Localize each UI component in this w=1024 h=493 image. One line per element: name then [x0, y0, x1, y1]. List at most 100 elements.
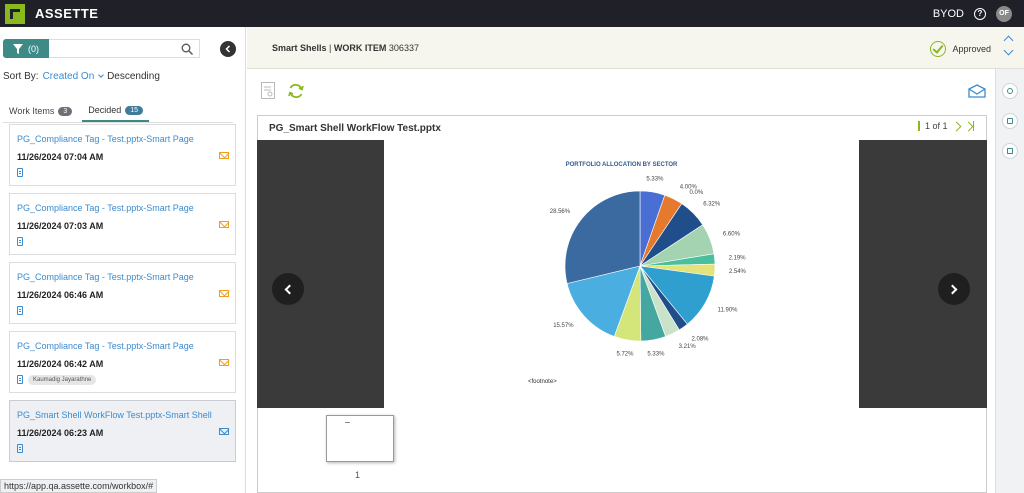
- search-icon[interactable]: [181, 43, 193, 55]
- pie-data-label: 6.32%: [703, 201, 721, 207]
- pie-data-label: 0.0%: [690, 190, 704, 196]
- document-icon[interactable]: [17, 375, 23, 384]
- document-icon[interactable]: [17, 237, 23, 246]
- document-icon[interactable]: [17, 444, 23, 453]
- pie-chart: 5.33%4.00%0.0%6.32%6.60%2.19%2.54%11.90%…: [550, 176, 747, 358]
- tab-work-items[interactable]: Work Items 3: [3, 103, 78, 122]
- work-item-title[interactable]: PG_Compliance Tag - Test.pptx-Smart Page: [17, 203, 194, 213]
- collapse-panel-button[interactable]: [220, 41, 236, 57]
- sort-label: Sort By:: [3, 71, 39, 82]
- work-item-card[interactable]: PG_Compliance Tag - Test.pptx-Smart Page…: [9, 124, 236, 186]
- document-preview-icon[interactable]: [261, 82, 275, 99]
- tab-decided[interactable]: Decided 15: [82, 103, 150, 122]
- search-input[interactable]: [49, 39, 200, 58]
- assette-logo-icon[interactable]: [5, 3, 25, 24]
- item-tabs: Work Items 3 Decided 15: [3, 103, 150, 122]
- tab-label: Decided: [88, 105, 122, 115]
- slide-thumbnail[interactable]: [326, 415, 394, 462]
- refresh-icon[interactable]: [287, 82, 305, 100]
- work-item-card[interactable]: PG_Compliance Tag - Test.pptx-Smart Page…: [9, 262, 236, 324]
- sort-order[interactable]: Descending: [107, 71, 160, 82]
- attachments-button[interactable]: [1002, 113, 1018, 129]
- work-item-title[interactable]: PG_Smart Shell WorkFlow Test.pptx-Smart …: [17, 410, 212, 420]
- work-item-card-selected[interactable]: PG_Smart Shell WorkFlow Test.pptx-Smart …: [9, 400, 236, 462]
- brand-name: ASSETTE: [35, 6, 99, 21]
- slide-page: PORTFOLIO ALLOCATION BY SECTOR 5.33% 4.00…: [384, 140, 859, 408]
- attachment-icon: [1007, 118, 1013, 124]
- tab-count-badge: 3: [58, 106, 73, 116]
- document-viewer-header: PG_Smart Shell WorkFlow Test.pptx 1 of 1: [257, 115, 987, 157]
- right-rail: [995, 69, 1024, 493]
- approval-status-label: Approved: [952, 44, 991, 54]
- pie-data-label: 2.54%: [729, 269, 747, 275]
- funnel-icon: [13, 43, 23, 54]
- next-slide-button[interactable]: [938, 273, 970, 305]
- document-icon[interactable]: [17, 168, 23, 177]
- chevron-left-icon: [225, 45, 231, 53]
- envelope-icon: [219, 152, 229, 159]
- comment-icon: [1007, 88, 1013, 94]
- sort-field-value: Created On: [42, 71, 95, 82]
- filter-count: (0): [28, 43, 39, 54]
- expand-button[interactable]: [1002, 143, 1018, 159]
- thumbnail-number: 1: [355, 470, 361, 480]
- tab-count-badge: 15: [125, 105, 144, 115]
- pie-data-label: 6.60%: [723, 232, 741, 238]
- pie-data-label: 5.33%: [647, 352, 665, 358]
- page-indicator: 1 of 1: [924, 121, 948, 131]
- page-navigator: 1 of 1: [917, 121, 974, 157]
- chevron-left-icon: [284, 284, 295, 294]
- next-page-icon[interactable]: [951, 121, 961, 131]
- work-item-title[interactable]: PG_Compliance Tag - Test.pptx-Smart Page: [17, 134, 194, 144]
- breadcrumb: Smart Shells | WORK ITEM 306337: [272, 43, 419, 53]
- chevron-right-icon: [947, 284, 958, 294]
- last-page-icon[interactable]: [963, 121, 974, 131]
- pie-data-label: 5.33%: [646, 176, 664, 182]
- slide-footnote: <footnote>: [528, 379, 557, 385]
- assignee-tag: Kaumadig Jayarathne: [28, 375, 97, 385]
- work-item-card[interactable]: PG_Compliance Tag - Test.pptx-Smart Page…: [9, 193, 236, 255]
- comments-button[interactable]: [1002, 83, 1018, 99]
- expand-icon: [1007, 148, 1013, 154]
- pie-data-label: 28.56%: [550, 209, 571, 215]
- envelope-icon: [219, 221, 229, 228]
- work-item-header: Smart Shells | WORK ITEM 306337 Approved: [247, 27, 1024, 69]
- help-icon[interactable]: ?: [974, 7, 986, 20]
- envelope-icon: [219, 428, 229, 435]
- product-name: Smart Shells: [272, 43, 327, 53]
- pie-data-label: 3.21%: [679, 344, 697, 350]
- work-item-title[interactable]: PG_Compliance Tag - Test.pptx-Smart Page: [17, 341, 194, 351]
- sort-controls: Sort By: Created On Descending: [3, 71, 160, 82]
- file-name: PG_Smart Shell WorkFlow Test.pptx: [269, 123, 441, 134]
- first-page-icon[interactable]: [918, 121, 928, 157]
- work-item-title[interactable]: PG_Compliance Tag - Test.pptx-Smart Page: [17, 272, 194, 282]
- work-item-panel: (0) Sort By: Created On Descending Work …: [0, 27, 246, 493]
- breadcrumb-separator: |: [329, 43, 332, 53]
- chevron-down-icon: [98, 72, 104, 78]
- status-bar-url: https://app.qa.assette.com/workbox/#: [0, 479, 158, 493]
- work-item-id: 306337: [388, 43, 419, 53]
- previous-slide-button[interactable]: [272, 273, 304, 305]
- pie-data-label: 11.90%: [718, 308, 739, 314]
- open-envelope-icon[interactable]: [968, 84, 986, 98]
- pie-data-label: 2.19%: [729, 256, 747, 262]
- sort-field-dropdown[interactable]: Created On: [42, 71, 104, 82]
- pie-data-label: 15.57%: [553, 323, 574, 329]
- work-item-date: 11/26/2024 06:46 AM: [17, 290, 104, 300]
- filter-button[interactable]: (0): [3, 39, 49, 58]
- chevron-up-icon[interactable]: [1003, 35, 1014, 46]
- slide-viewer: PORTFOLIO ALLOCATION BY SECTOR 5.33% 4.00…: [257, 140, 987, 408]
- workspace-name[interactable]: BYOD: [933, 8, 964, 20]
- thumbnail-strip: 1: [257, 408, 987, 493]
- envelope-icon: [219, 359, 229, 366]
- work-item-date: 11/26/2024 07:03 AM: [17, 221, 104, 231]
- document-icon[interactable]: [17, 306, 23, 315]
- pie-data-label: 5.72%: [616, 352, 634, 358]
- tab-label: Work Items: [9, 106, 55, 116]
- work-item-label: WORK ITEM: [333, 43, 387, 53]
- user-avatar[interactable]: OF: [996, 5, 1012, 22]
- pie-data-label: 2.08%: [691, 337, 709, 343]
- top-bar: ASSETTE BYOD ? OF: [0, 0, 1024, 27]
- work-item-card[interactable]: PG_Compliance Tag - Test.pptx-Smart Page…: [9, 331, 236, 393]
- chevron-down-icon[interactable]: [1003, 45, 1014, 56]
